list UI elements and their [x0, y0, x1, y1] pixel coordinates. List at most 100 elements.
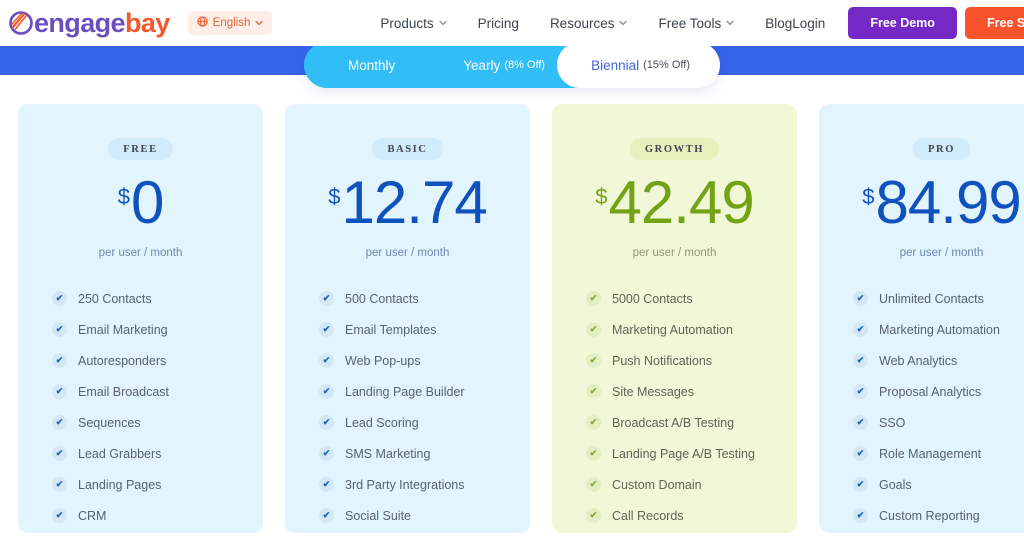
free-demo-button[interactable]: Free Demo	[848, 7, 957, 39]
nav-item-blog[interactable]: Blog	[765, 16, 792, 31]
feature-label: Call Records	[612, 508, 684, 523]
list-item: ✔ Autoresponders	[52, 345, 263, 376]
main-navigation: Products Pricing Resources Free Tools Bl…	[380, 16, 792, 31]
list-item: ✔ SSO	[853, 407, 1024, 438]
list-item: ✔ SMS Marketing	[319, 438, 530, 469]
list-item: ✔ Sequences	[52, 407, 263, 438]
check-icon: ✔	[586, 446, 601, 461]
tab-biennial[interactable]: Biennial (15% Off)	[557, 42, 720, 88]
brand-logo[interactable]: engagebay	[8, 7, 170, 38]
tab-biennial-discount: (15% Off)	[643, 59, 690, 71]
nav-item-pricing[interactable]: Pricing	[478, 16, 519, 31]
feature-label: 500 Contacts	[345, 291, 419, 306]
feature-list: ✔ 500 Contacts ✔ Email Templates ✔ Web Pop-…	[285, 283, 530, 531]
list-item: ✔ Proposal Analytics	[853, 376, 1024, 407]
list-item: ✔ Site Messages	[586, 376, 797, 407]
check-icon: ✔	[319, 384, 334, 399]
list-item: ✔ 250 Contacts	[52, 283, 263, 314]
nav-label: Products	[380, 15, 434, 31]
chevron-down-icon	[439, 18, 447, 28]
language-selector[interactable]: English	[187, 11, 273, 35]
list-item: ✔ 5000 Contacts	[586, 283, 797, 314]
check-icon: ✔	[52, 508, 67, 523]
plan-badge: FREE	[108, 138, 173, 160]
feature-label: Landing Pages	[78, 477, 162, 492]
feature-label: 5000 Contacts	[612, 291, 693, 306]
tab-monthly-label: Monthly	[348, 57, 396, 73]
feature-label: Unlimited Contacts	[879, 291, 984, 306]
check-icon: ✔	[52, 384, 67, 399]
plan-badge: GROWTH	[629, 138, 720, 160]
feature-label: Web Pop-ups	[345, 353, 421, 368]
tab-monthly[interactable]: Monthly	[304, 42, 430, 88]
pricing-card-basic[interactable]: BASIC $ 12.74 per user / month ✔ 500 Cont…	[285, 104, 530, 533]
price-period: per user / month	[632, 247, 717, 259]
check-icon: ✔	[853, 384, 868, 399]
feature-label: Lead Grabbers	[78, 446, 162, 461]
feature-list: ✔ Unlimited Contacts ✔ Marketing Automatio…	[819, 283, 1024, 531]
price-period: per user / month	[365, 247, 450, 259]
feature-label: Custom Domain	[612, 477, 702, 492]
list-item: ✔ Role Management	[853, 438, 1024, 469]
pricing-card-growth[interactable]: GROWTH $ 42.49 per user / month ✔ 5000 Co…	[552, 104, 797, 533]
list-item: ✔ Web Analytics	[853, 345, 1024, 376]
check-icon: ✔	[586, 353, 601, 368]
check-icon: ✔	[853, 477, 868, 492]
check-icon: ✔	[319, 291, 334, 306]
feature-label: Proposal Analytics	[879, 384, 982, 399]
list-item: ✔ Landing Page Builder	[319, 376, 530, 407]
price-amount: 84.99	[875, 169, 1022, 236]
plan-badge: BASIC	[372, 138, 443, 160]
feature-list: ✔ 5000 Contacts ✔ Marketing Automation ✔ Pu…	[552, 283, 797, 531]
plan-price: $ 0	[18, 173, 263, 233]
list-item: ✔ 500 Contacts	[319, 283, 530, 314]
check-icon: ✔	[586, 384, 601, 399]
check-icon: ✔	[586, 291, 601, 306]
chevron-down-icon	[619, 18, 628, 28]
tab-yearly-label: Yearly	[463, 57, 501, 73]
feature-label: Email Marketing	[78, 322, 168, 337]
feature-label: Landing Page A/B Testing	[612, 446, 755, 461]
list-item: ✔ Marketing Automation	[853, 314, 1024, 345]
engagebay-logo-icon	[8, 10, 34, 36]
pricing-card-pro[interactable]: PRO $ 84.99 per user / month ✔ Unlimited …	[819, 104, 1024, 533]
list-item: ✔ Custom Reporting	[853, 500, 1024, 531]
nav-item-resources[interactable]: Resources	[550, 16, 628, 31]
pricing-card-free[interactable]: FREE $ 0 per user / month ✔ 250 Contacts …	[18, 104, 263, 533]
nav-item-free-tools[interactable]: Free Tools	[658, 16, 734, 31]
login-link[interactable]: Login	[792, 16, 825, 31]
list-item: ✔ CRM	[52, 500, 263, 531]
feature-label: Email Broadcast	[78, 384, 170, 399]
check-icon: ✔	[52, 477, 67, 492]
nav-label: Pricing	[477, 15, 519, 31]
plan-price: $ 84.99	[819, 169, 1024, 236]
logo-text-bay: bay	[124, 7, 170, 38]
feature-label: CRM	[78, 508, 107, 523]
list-item: ✔ Lead Scoring	[319, 407, 530, 438]
feature-label: Custom Reporting	[879, 508, 980, 523]
list-item: ✔ Web Pop-ups	[319, 345, 530, 376]
list-item: ✔ Broadcast A/B Testing	[586, 407, 797, 438]
feature-label: Social Suite	[345, 508, 412, 523]
list-item: ✔ Custom Domain	[586, 469, 797, 500]
check-icon: ✔	[853, 291, 868, 306]
plan-price: $ 42.49	[552, 173, 797, 233]
check-icon: ✔	[52, 415, 67, 430]
feature-label: Site Messages	[612, 384, 694, 399]
price-amount: 12.74	[341, 169, 488, 236]
currency-symbol: $	[328, 184, 341, 209]
nav-item-products[interactable]: Products	[380, 15, 447, 31]
check-icon: ✔	[319, 322, 334, 337]
free-signup-button[interactable]: Free Signup	[964, 7, 1024, 39]
feature-label: Marketing Automation	[879, 322, 1000, 337]
pricing-cards-container: FREE $ 0 per user / month ✔ 250 Contacts …	[0, 104, 1024, 533]
check-icon: ✔	[853, 446, 868, 461]
plan-price: $ 12.74	[285, 169, 530, 236]
billing-period-tabs: Monthly Yearly (8% Off) Biennial (15% Of…	[304, 42, 720, 88]
feature-label: Role Management	[879, 446, 982, 461]
check-icon: ✔	[52, 291, 67, 306]
feature-label: Lead Scoring	[345, 415, 419, 430]
check-icon: ✔	[586, 477, 601, 492]
chevron-down-icon	[726, 18, 734, 28]
list-item: ✔ Landing Page A/B Testing	[586, 438, 797, 469]
